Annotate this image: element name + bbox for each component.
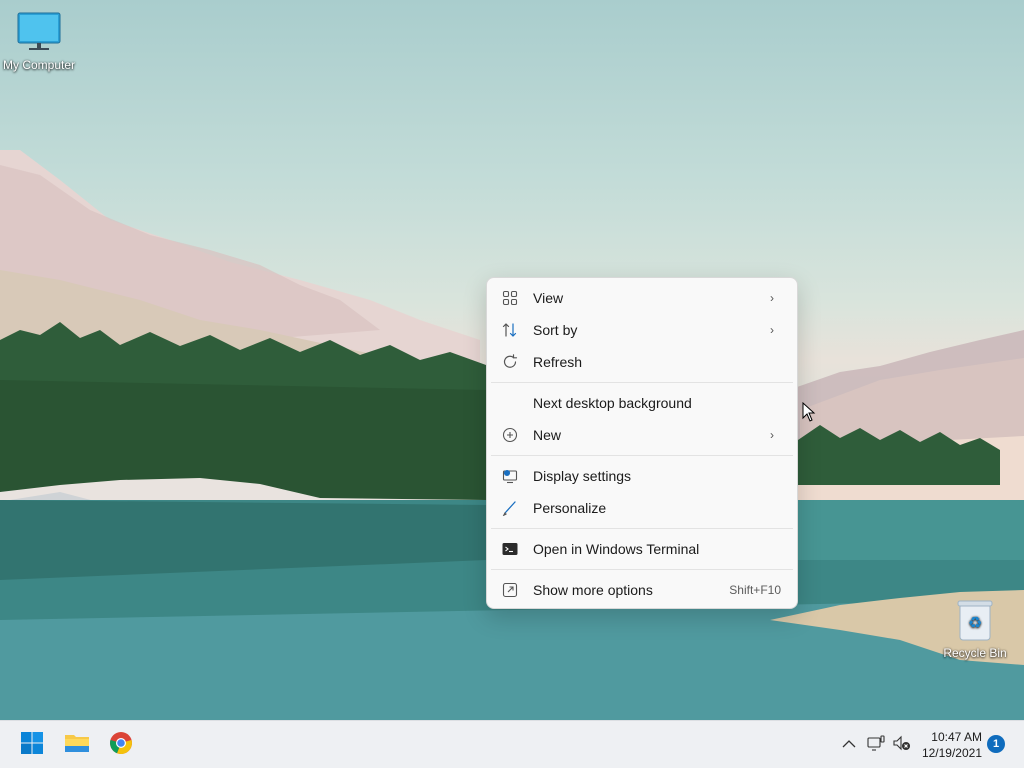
menu-item-display-settings[interactable]: Display settings — [491, 461, 793, 491]
mouse-cursor-icon — [802, 402, 816, 422]
chrome-icon — [109, 731, 133, 760]
terminal-icon — [501, 540, 519, 558]
menu-item-label: New — [533, 427, 562, 443]
notification-badge[interactable]: 1 — [987, 735, 1005, 753]
taskbar-chrome[interactable] — [103, 727, 139, 763]
volume-muted-icon — [893, 735, 911, 756]
taskbar-file-explorer[interactable] — [59, 727, 95, 763]
shortcut-hint: Shift+F10 — [729, 583, 781, 597]
menu-item-label: Personalize — [533, 500, 607, 516]
desktop-context-menu: View › Sort by › Refresh Next desktop ba… — [486, 277, 798, 609]
show-hidden-icons-button[interactable] — [837, 733, 861, 757]
blank-icon-space — [501, 394, 519, 412]
desktop-icon-my-computer[interactable]: My Computer — [0, 8, 79, 72]
start-button[interactable] — [14, 727, 50, 763]
more-options-icon — [501, 581, 519, 599]
menu-separator — [491, 382, 793, 383]
menu-item-next-desktop-background[interactable]: Next desktop background — [491, 388, 793, 418]
recycle-bin-icon: ♻ — [951, 596, 999, 644]
taskbar: 10:47 AM 12/19/2021 — [0, 720, 1024, 768]
svg-text:♻: ♻ — [968, 613, 982, 632]
clock-date: 12/19/2021 — [921, 746, 982, 760]
windows-start-icon — [20, 731, 44, 760]
desktop-icon-label: Recycle Bin — [943, 646, 1007, 660]
display-settings-icon — [501, 467, 519, 485]
network-icon — [867, 734, 885, 756]
menu-item-personalize[interactable]: Personalize — [491, 493, 793, 523]
chevron-right-icon: › — [770, 323, 774, 337]
tray-clock[interactable]: 10:47 AM 12/19/2021 — [922, 729, 982, 761]
menu-item-label: Sort by — [533, 322, 578, 338]
monitor-icon — [15, 8, 63, 56]
menu-separator — [491, 528, 793, 529]
menu-item-new[interactable]: New › — [491, 420, 793, 450]
menu-item-refresh[interactable]: Refresh — [491, 347, 793, 377]
menu-item-open-in-terminal[interactable]: Open in Windows Terminal — [491, 534, 793, 564]
menu-item-view[interactable]: View › — [491, 283, 793, 313]
menu-item-label: Display settings — [533, 468, 632, 484]
network-tray-button[interactable] — [864, 733, 888, 757]
chevron-up-icon — [842, 736, 856, 754]
desktop-icon-label: My Computer — [2, 58, 76, 72]
clock-time: 10:47 AM — [931, 730, 982, 744]
menu-item-label: Open in Windows Terminal — [533, 541, 700, 557]
chevron-right-icon: › — [770, 291, 774, 305]
menu-item-label: Show more options — [533, 582, 653, 598]
refresh-icon — [501, 353, 519, 371]
desktop-icon-recycle-bin[interactable]: ♻ Recycle Bin — [935, 596, 1015, 660]
pen-icon — [501, 499, 519, 517]
volume-tray-button[interactable] — [890, 733, 914, 757]
menu-separator — [491, 569, 793, 570]
new-plus-icon — [501, 426, 519, 444]
menu-item-label: Refresh — [533, 354, 583, 370]
view-grid-icon — [501, 289, 519, 307]
menu-item-show-more-options[interactable]: Show more options Shift+F10 — [491, 575, 793, 605]
sort-icon — [501, 321, 519, 339]
menu-separator — [491, 455, 793, 456]
folder-icon — [64, 732, 90, 759]
menu-item-label: View — [533, 290, 564, 306]
chevron-right-icon: › — [770, 428, 774, 442]
menu-item-sort-by[interactable]: Sort by › — [491, 315, 793, 345]
menu-item-label: Next desktop background — [533, 395, 692, 411]
